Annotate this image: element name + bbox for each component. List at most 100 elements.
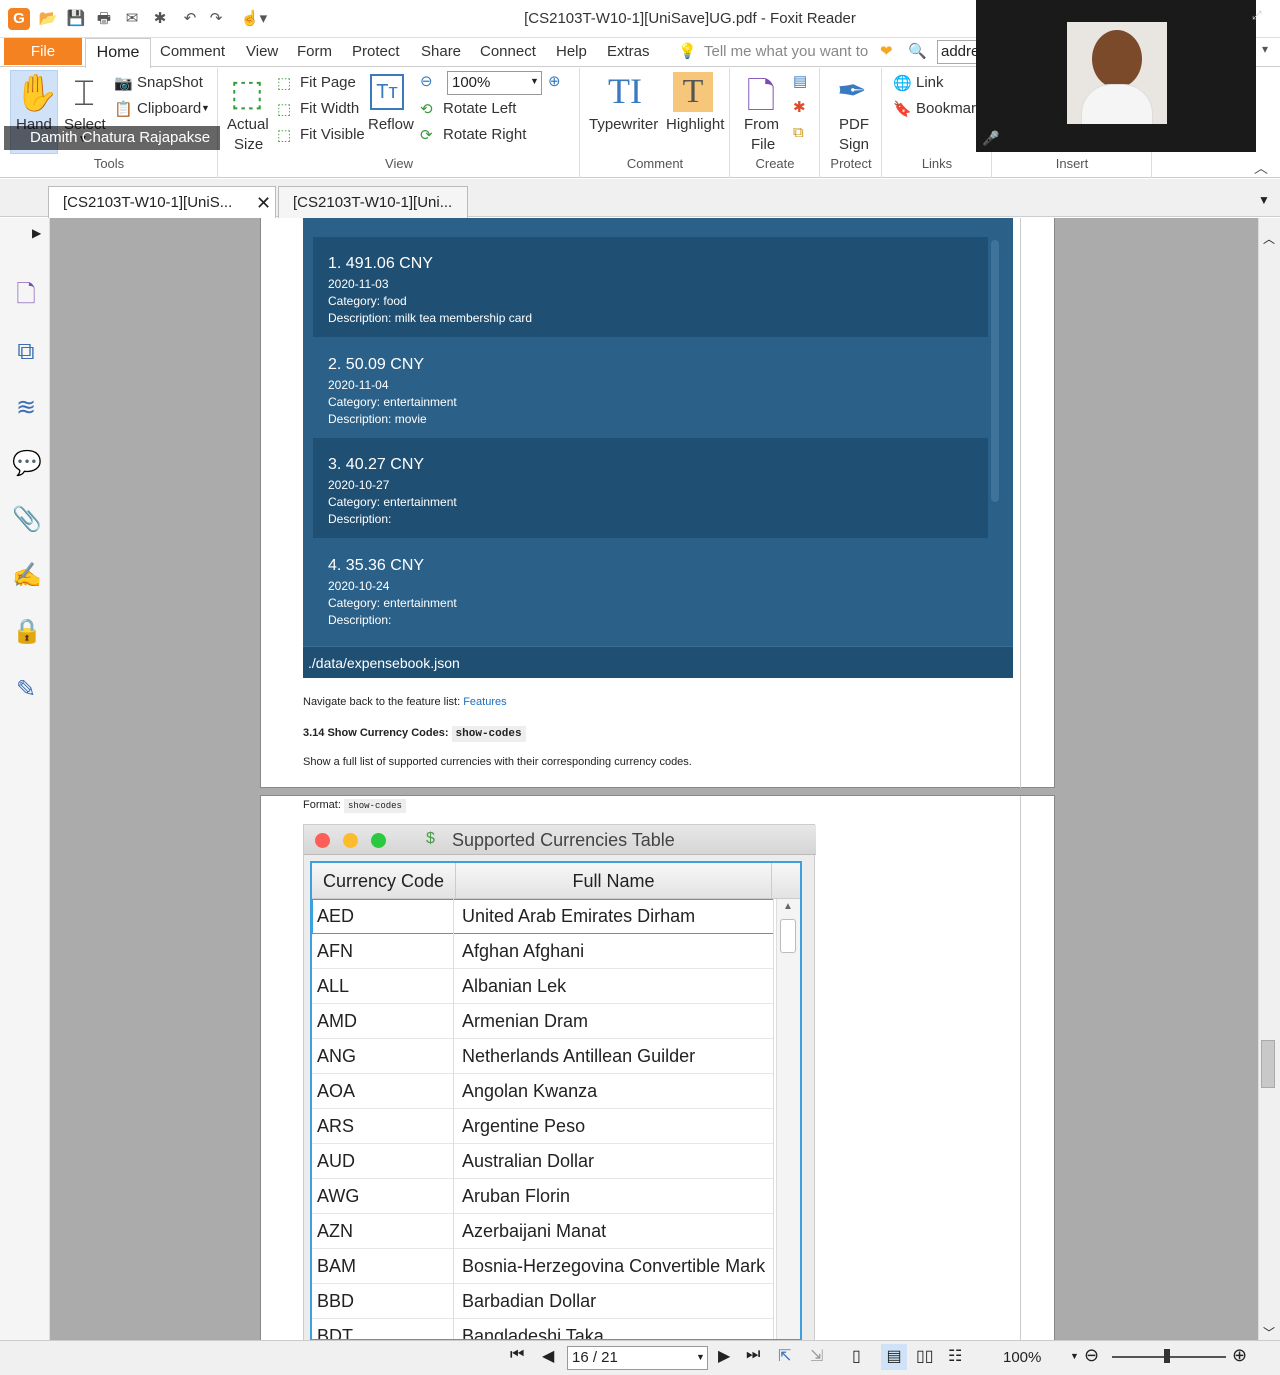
layers-icon[interactable]: ≋	[12, 394, 40, 422]
search-input[interactable]: addre	[937, 40, 977, 64]
page-dropdown-icon[interactable]: ▼	[696, 1352, 705, 1362]
file-menu[interactable]: File	[4, 38, 82, 65]
document-view[interactable]: 1. 491.06 CNY 2020-11-03 Category: food …	[50, 218, 1258, 1340]
tab-protect[interactable]: Protect	[352, 38, 400, 66]
collapse-ribbon-icon[interactable]: ︿	[1254, 158, 1268, 178]
tab-document-1[interactable]: [CS2103T-W10-1][UniS...	[48, 186, 276, 218]
page-margin-line	[1020, 796, 1028, 1340]
table-row[interactable]: AMD Armenian Dram	[312, 1004, 774, 1039]
continuous-facing-icon[interactable]: ☷	[948, 1346, 962, 1366]
vertical-scrollbar[interactable]	[1258, 218, 1280, 1340]
full-name-cell: Albanian Lek	[456, 969, 774, 1004]
navigation-panel	[0, 218, 50, 1340]
single-page-icon[interactable]: ▯	[852, 1346, 861, 1366]
navigate-back-text: Navigate back to the feature list: Featu…	[303, 696, 507, 708]
table-row[interactable]: AFN Afghan Afghani	[312, 934, 774, 969]
signature-panel-icon[interactable]: ✍	[12, 562, 42, 590]
previous-view-icon[interactable]: ⇱	[778, 1346, 791, 1366]
expense-item: 2. 50.09 CNY 2020-11-04 Category: entert…	[313, 338, 988, 438]
expense-category: Category: entertainment	[328, 395, 457, 409]
tab-comment[interactable]: Comment	[160, 38, 225, 66]
comments-icon[interactable]: 💬	[12, 450, 42, 478]
thumbnails-icon[interactable]: ⧉	[12, 338, 40, 366]
currency-code-cell: AMD	[312, 1004, 454, 1039]
zoom-in-icon[interactable]: ⊕	[1232, 1345, 1247, 1366]
continuous-page-icon[interactable]: ▤	[881, 1344, 907, 1370]
table-row[interactable]: AUD Australian Dollar	[312, 1144, 774, 1179]
table-row[interactable]: BDT Bangladeshi Taka	[312, 1319, 774, 1339]
scroll-up-icon[interactable]: ︿	[1260, 230, 1278, 248]
first-page-icon[interactable]: ⏮	[510, 1346, 524, 1364]
facing-pages-icon[interactable]: ▯▯	[916, 1346, 934, 1366]
format-line: Format: show-codes	[303, 799, 406, 813]
attachments-icon[interactable]: 📎	[12, 506, 42, 534]
currency-code-cell: AOA	[312, 1074, 454, 1109]
participant-name: Damith Chatura Rajapakse	[4, 126, 220, 150]
zoom-level-dropdown-icon[interactable]: ▼	[1070, 1351, 1079, 1361]
heart-icon[interactable]: ❤	[880, 38, 893, 66]
create-group-label: Create	[755, 156, 795, 171]
zoom-slider-thumb[interactable]	[1164, 1349, 1170, 1363]
tab-share[interactable]: Share	[421, 38, 461, 66]
tab-view[interactable]: View	[246, 38, 278, 66]
header-corner	[772, 863, 800, 899]
tab-list-icon[interactable]: ▼	[1258, 193, 1270, 207]
last-page-icon[interactable]: ⏭	[746, 1346, 760, 1364]
page-number-input[interactable]: 16 / 21	[567, 1346, 708, 1370]
full-name-cell: Australian Dollar	[456, 1144, 774, 1179]
tab-connect[interactable]: Connect	[480, 38, 536, 66]
tab-form[interactable]: Form	[297, 38, 332, 66]
pages-panel-icon[interactable]: 🗋	[12, 281, 40, 309]
table-row[interactable]: BAM Bosnia-Herzegovina Convertible Mark	[312, 1249, 774, 1284]
currency-window-title: Supported Currencies Table	[452, 830, 675, 850]
tab-help[interactable]: Help	[556, 38, 587, 66]
tab-extras[interactable]: Extras	[607, 38, 650, 66]
full-name-cell: United Arab Emirates Dirham	[456, 899, 774, 934]
full-name-cell: Argentine Peso	[456, 1109, 774, 1144]
comment-group-label: Comment	[626, 156, 684, 171]
page-margin-line	[1020, 218, 1028, 788]
tab-document-1-label: [CS2103T-W10-1][UniS...	[63, 194, 233, 211]
tell-me-box[interactable]: Tell me what you want to	[704, 38, 868, 66]
expense-title: 4. 35.36 CNY	[328, 557, 425, 574]
certify-icon[interactable]: ✎	[12, 676, 40, 704]
find-folder-icon[interactable]: 🔍	[908, 38, 927, 66]
tab-document-2-label: [CS2103T-W10-1][Uni...	[293, 194, 453, 211]
insert-group-label: Insert	[1055, 156, 1089, 171]
table-row[interactable]: AWG Aruban Florin	[312, 1179, 774, 1214]
table-row[interactable]: AOA Angolan Kwanza	[312, 1074, 774, 1109]
expense-category: Category: entertainment	[328, 596, 457, 610]
tab-document-2[interactable]: [CS2103T-W10-1][Uni...	[278, 186, 468, 218]
zoom-level[interactable]: 100%	[1003, 1349, 1041, 1366]
next-view-icon[interactable]: ⇲	[810, 1346, 823, 1366]
lightbulb-icon: 💡	[678, 43, 697, 60]
currency-code-cell: AFN	[312, 934, 454, 969]
expand-panel-icon[interactable]: ▶	[32, 226, 41, 240]
table-row[interactable]: AED United Arab Emirates Dirham	[312, 899, 774, 934]
scroll-thumb[interactable]	[1261, 1040, 1275, 1088]
expand-icon[interactable]: ⤢	[1252, 8, 1262, 23]
ribbon-options-icon[interactable]: ▾	[1262, 42, 1268, 56]
table-row[interactable]: ANG Netherlands Antillean Guilder	[312, 1039, 774, 1074]
full-name-header: Full Name	[456, 863, 772, 899]
table-row[interactable]: ARS Argentine Peso	[312, 1109, 774, 1144]
table-scrollbar	[776, 899, 800, 1339]
scroll-down-icon[interactable]: ﹀	[1260, 1324, 1278, 1340]
previous-page-icon[interactable]: ◀	[542, 1346, 554, 1366]
tab-home[interactable]: Home	[85, 38, 151, 68]
expense-list-scrollbar	[991, 240, 999, 502]
security-lock-icon[interactable]: 🔒	[12, 618, 42, 646]
scroll-up-icon: ▲	[783, 901, 793, 912]
next-page-icon[interactable]: ▶	[718, 1346, 730, 1366]
tools-group-label: Tools	[93, 156, 125, 171]
full-name-cell: Afghan Afghani	[456, 934, 774, 969]
full-name-cell: Azerbaijani Manat	[456, 1214, 774, 1249]
table-row[interactable]: BBD Barbadian Dollar	[312, 1284, 774, 1319]
table-row[interactable]: AZN Azerbaijani Manat	[312, 1214, 774, 1249]
features-link[interactable]: Features	[463, 696, 506, 708]
avatar	[1092, 30, 1142, 88]
close-tab-icon[interactable]: ✕	[256, 193, 271, 214]
zoom-out-icon[interactable]: ⊖	[1084, 1345, 1099, 1366]
table-row[interactable]: ALL Albanian Lek	[312, 969, 774, 1004]
section-heading-text: 3.14 Show Currency Codes:	[303, 727, 452, 739]
